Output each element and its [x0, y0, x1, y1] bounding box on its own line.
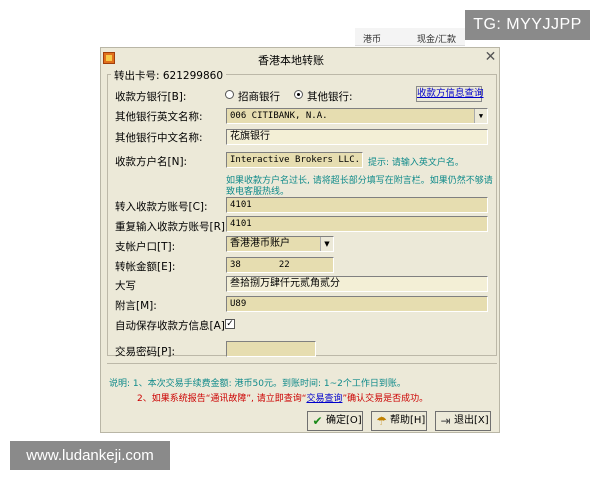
payee-name-hint: 提示: 请输入英文户名。	[368, 158, 464, 168]
radio-other-bank-label[interactable]: 其他银行:	[307, 89, 353, 104]
payee-account-confirm-input[interactable]: 4101	[226, 216, 488, 232]
radio-cmb-label[interactable]: 招商银行	[238, 89, 280, 104]
payee-bank-label: 收款方银行[B]:	[115, 91, 187, 103]
other-bank-en-label: 其他银行英文名称:	[115, 111, 203, 123]
amount-label: 转帐金额[E]:	[115, 261, 176, 273]
close-button[interactable]: ✕	[482, 50, 499, 66]
help-button[interactable]: ☂ 帮助[H]	[371, 411, 427, 431]
ok-button-label: 确定[O]	[326, 415, 362, 426]
comm-failure-note: 2、如果系统报告“通讯故障”, 请立即查询“交易查询”确认交易是否成功。	[137, 391, 428, 404]
dropdown-arrow-icon[interactable]: ▼	[320, 237, 333, 251]
amount-integer: 38	[230, 260, 241, 270]
payee-account-input[interactable]: 4101	[226, 197, 488, 213]
capital-amount-field: 叁拾捌万肆仟元贰角贰分	[226, 276, 488, 292]
watermark-website: www.ludankeji.com	[10, 441, 170, 470]
payee-account-confirm-value: 4101	[230, 219, 252, 229]
comm-failure-note-prefix: 2、如果系统报告“通讯故障”, 请立即查询“	[137, 394, 307, 404]
payee-account-label: 转入收款方账号[C]:	[115, 201, 208, 213]
amount-input[interactable]: 38 22	[226, 257, 334, 273]
fee-note: 说明: 1、本次交易手续费金额: 港币50元。到账时间: 1~2个工作日到账。	[109, 379, 406, 389]
dropdown-arrow-icon[interactable]: ▼	[474, 109, 487, 123]
payee-name-label: 收款方户名[N]:	[115, 156, 188, 168]
transaction-query-link[interactable]: 交易查询	[306, 394, 342, 404]
capital-amount-label: 大写	[115, 280, 136, 292]
other-bank-en-select[interactable]: 006 CITIBANK, N.A. ▼	[226, 108, 488, 124]
amount-decimal: 22	[278, 260, 290, 270]
exit-button-label: 退出[X]	[454, 415, 489, 426]
auto-save-checkbox[interactable]: ✓	[225, 319, 235, 329]
radio-other-bank[interactable]	[294, 90, 303, 99]
remark-value: U89	[230, 299, 247, 309]
dialog-titlebar[interactable]: 香港本地转账 ✕	[101, 48, 499, 68]
divider	[107, 363, 497, 364]
help-icon: ☂	[376, 414, 387, 428]
watermark-telegram: TG: MYYJJPP	[465, 10, 590, 40]
long-name-hint: 致电客服热线。	[226, 187, 290, 197]
background-app-header: 港币 现金/汇款	[355, 28, 465, 46]
remark-input[interactable]: U89	[226, 296, 488, 312]
background-column-label: 港币	[363, 35, 382, 45]
checkmark-icon: ✔	[312, 414, 323, 428]
source-card-number: 转出卡号: 621299860	[111, 68, 226, 83]
pay-account-label: 支帐户口[T]:	[115, 241, 176, 253]
remark-label: 附言[M]:	[115, 300, 157, 312]
ok-button[interactable]: ✔ 确定[O]	[307, 411, 363, 431]
payee-account-value: 4101	[230, 200, 252, 210]
password-input[interactable]	[226, 341, 316, 357]
payee-name-input[interactable]: Interactive Brokers LLC.	[226, 152, 363, 168]
other-bank-en-value: 006 CITIBANK, N.A.	[230, 111, 328, 121]
radio-cmb[interactable]	[225, 90, 234, 99]
pay-account-value: 香港港币账户	[230, 238, 290, 249]
comm-failure-note-suffix: ”确认交易是否成功。	[342, 394, 429, 404]
other-bank-cn-label: 其他银行中文名称:	[115, 132, 203, 144]
pay-account-select[interactable]: 香港港币账户 ▼	[226, 236, 334, 252]
payee-account-confirm-label: 重复输入收款方账号[R]:	[115, 221, 229, 233]
exit-button[interactable]: ⇥ 退出[X]	[435, 411, 491, 431]
background-column-label: 现金/汇款	[417, 35, 457, 45]
local-transfer-dialog: 香港本地转账 ✕ 转出卡号: 621299860 收款方银行[B]: 招商银行 …	[100, 47, 500, 433]
dialog-title: 香港本地转账	[258, 54, 324, 67]
auto-save-label: 自动保存收款方信息[A]:	[115, 320, 229, 332]
payee-info-query-button[interactable]: 收款方信息查询	[416, 86, 484, 102]
exit-door-icon: ⇥	[440, 414, 451, 428]
help-button-label: 帮助[H]	[390, 415, 426, 426]
other-bank-cn-field[interactable]: 花旗银行	[226, 129, 488, 145]
password-label: 交易密码[P]:	[115, 346, 176, 358]
